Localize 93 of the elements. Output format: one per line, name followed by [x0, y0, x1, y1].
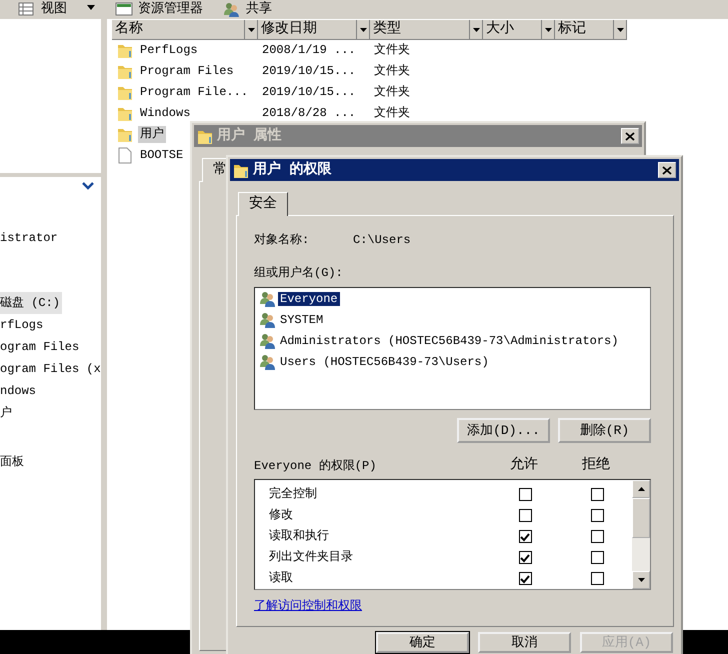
- object-path: C:\Users: [353, 232, 411, 247]
- user-list-item[interactable]: Users (HOSTEC56B439-73\Users): [278, 355, 491, 370]
- toolbar-label[interactable]: 资源管理器: [138, 1, 203, 17]
- close-button[interactable]: [621, 128, 639, 144]
- permissions-label: Everyone 的权限(P): [254, 458, 378, 473]
- add-button[interactable]: 添加(D)...: [457, 418, 550, 443]
- checkbox[interactable]: [518, 550, 532, 564]
- tree-item[interactable]: ogram Files: [0, 336, 82, 358]
- close-icon: [625, 132, 635, 140]
- tree-item[interactable]: 户: [0, 402, 14, 424]
- tree-item[interactable]: ogram Files (x: [0, 358, 103, 380]
- tree-item[interactable]: ndows: [0, 380, 38, 402]
- up-arrow-icon: [638, 486, 644, 491]
- checkbox[interactable]: [518, 488, 532, 501]
- file-name[interactable]: PerfLogs: [138, 42, 200, 59]
- column-header[interactable]: 名称: [112, 20, 258, 40]
- checkbox[interactable]: [518, 508, 532, 522]
- file-type: 文件夹: [373, 85, 411, 100]
- dropdown-arrow-icon[interactable]: [616, 28, 624, 32]
- chevron-down-icon[interactable]: [82, 182, 94, 190]
- user-list-item[interactable]: SYSTEM: [278, 313, 326, 328]
- checkbox[interactable]: [590, 572, 604, 585]
- file-date: 2018/8/28 ...: [261, 106, 357, 121]
- folder-icon[interactable]: [117, 105, 133, 122]
- dialog-button[interactable]: 取消: [478, 632, 571, 653]
- scroll-up-button[interactable]: [632, 480, 650, 498]
- users-icon[interactable]: [223, 1, 241, 17]
- tab[interactable]: 安全: [238, 192, 288, 216]
- checkbox[interactable]: [590, 530, 604, 543]
- folder-icon[interactable]: [117, 63, 133, 80]
- title-bar: 用户 的权限: [230, 159, 679, 181]
- file-date: 2019/10/15...: [261, 85, 357, 100]
- users-icon[interactable]: [259, 332, 276, 350]
- folder-icon[interactable]: [117, 126, 133, 143]
- checkbox[interactable]: [590, 488, 604, 501]
- checkbox[interactable]: [518, 530, 532, 543]
- caret-icon[interactable]: [87, 5, 95, 11]
- window-icon[interactable]: [115, 1, 133, 17]
- file-name[interactable]: Windows: [138, 105, 192, 122]
- help-link[interactable]: 了解访问控制和权限: [254, 598, 362, 614]
- file-name[interactable]: BOOTSE: [138, 147, 186, 164]
- file-name[interactable]: Program File...: [138, 84, 250, 101]
- users-icon[interactable]: [259, 290, 276, 308]
- column-header: 允许: [509, 457, 539, 474]
- column-header[interactable]: 大小: [483, 20, 555, 40]
- file-name[interactable]: 用户: [138, 126, 166, 143]
- column-header[interactable]: 类型: [370, 20, 483, 40]
- users-icon[interactable]: [259, 353, 276, 372]
- permission-name: 读取和执行: [269, 529, 330, 544]
- close-button[interactable]: [658, 162, 676, 178]
- tree-item[interactable]: istrator: [0, 227, 60, 249]
- tree-item[interactable]: 面板: [0, 451, 26, 473]
- user-list-item[interactable]: Everyone: [278, 292, 340, 306]
- dialog-button[interactable]: 确定: [376, 632, 469, 653]
- toolbar-label[interactable]: 视图: [41, 1, 67, 17]
- column-header[interactable]: 标记: [555, 20, 627, 40]
- permission-name: 修改: [269, 508, 294, 522]
- scroll-thumb[interactable]: [632, 498, 650, 538]
- scroll-down-button[interactable]: [632, 570, 650, 589]
- checkbox[interactable]: [590, 550, 604, 564]
- dropdown-arrow-icon[interactable]: [360, 28, 366, 32]
- remove-button[interactable]: 删除(R): [558, 418, 651, 443]
- folder-icon[interactable]: [117, 42, 133, 59]
- users-icon[interactable]: [259, 311, 276, 330]
- field-label: 组或用户名(G):: [254, 266, 343, 280]
- user-list-item[interactable]: Administrators (HOSTEC56B439-73\Administrators): [278, 334, 620, 348]
- title-bar: 用户 属性: [194, 125, 642, 147]
- down-arrow-icon: [638, 578, 644, 582]
- folder-icon[interactable]: [117, 84, 133, 101]
- dropdown-arrow-icon[interactable]: [248, 28, 254, 32]
- permission-name: 完全控制: [269, 487, 318, 502]
- view-icon[interactable]: [18, 1, 36, 17]
- permission-name: 读取: [269, 571, 294, 586]
- scrollbar[interactable]: [632, 480, 650, 589]
- file-type: 文件夹: [373, 43, 411, 58]
- tree-item[interactable]: rfLogs: [0, 314, 46, 336]
- file-type: 文件夹: [373, 64, 411, 79]
- column-header: 拒绝: [581, 457, 611, 474]
- close-icon: [662, 166, 672, 174]
- file-date: 2008/1/19 ...: [261, 43, 357, 58]
- dropdown-arrow-icon[interactable]: [544, 28, 552, 32]
- column-header[interactable]: 修改日期: [258, 20, 370, 40]
- tree-item[interactable]: 磁盘 (C:): [0, 292, 62, 314]
- file-name[interactable]: Program Files: [138, 63, 236, 80]
- field-label: 对象名称:: [254, 232, 310, 247]
- permission-name: 列出文件夹目录: [269, 550, 354, 564]
- toolbar-label[interactable]: 共享: [246, 1, 272, 17]
- dropdown-arrow-icon[interactable]: [472, 28, 480, 32]
- file-icon[interactable]: [117, 147, 133, 164]
- file-type: 文件夹: [373, 106, 411, 121]
- checkbox[interactable]: [518, 572, 532, 585]
- checkbox[interactable]: [590, 508, 604, 522]
- file-date: 2019/10/15...: [261, 64, 357, 79]
